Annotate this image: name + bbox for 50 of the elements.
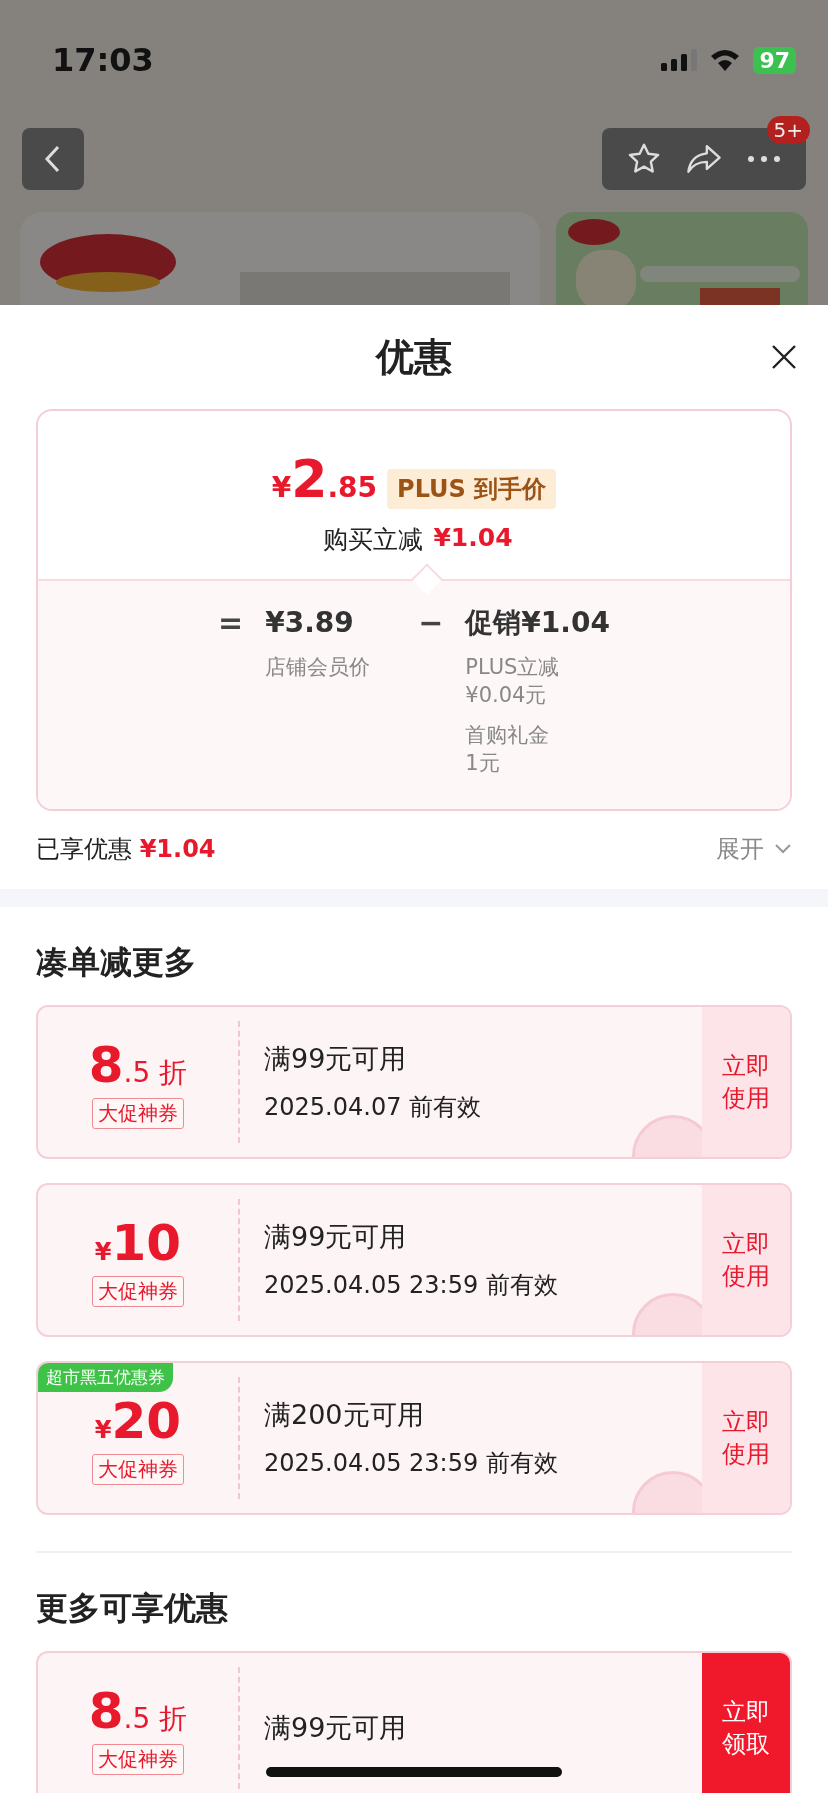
member-price: ¥3.89 bbox=[265, 605, 355, 641]
back-button[interactable] bbox=[22, 128, 84, 190]
promotion-amount: ¥0.04元 bbox=[465, 682, 548, 709]
coupon-tag: 大促神券 bbox=[92, 1743, 184, 1775]
coupon-value: ¥20 bbox=[94, 1391, 182, 1450]
promotion-total: 促销¥1.04 bbox=[465, 605, 610, 641]
coupon-action-button[interactable]: 立即领取 bbox=[702, 1653, 790, 1793]
coupon-value: 8.5 折 bbox=[88, 1681, 188, 1740]
close-icon bbox=[770, 343, 798, 371]
section-title: 凑单减更多 bbox=[36, 942, 197, 983]
minus-sign: − bbox=[418, 604, 444, 642]
section-title: 更多可享优惠 bbox=[36, 1588, 229, 1629]
share-icon bbox=[685, 142, 723, 176]
equals-sign: = bbox=[218, 604, 244, 642]
coupon-tag: 大促神券 bbox=[92, 1097, 184, 1129]
coupon-condition: 满200元可用 bbox=[264, 1398, 425, 1432]
sheet-title: 优惠 bbox=[376, 333, 452, 381]
status-time: 17:03 bbox=[52, 41, 154, 79]
battery-indicator: 97 bbox=[753, 46, 796, 74]
promotion-name: 首购礼金 bbox=[465, 722, 551, 749]
promotion-amount: 1元 bbox=[465, 750, 501, 777]
expand-button[interactable]: 展开 bbox=[716, 833, 792, 865]
coupon-ribbon: 超市黑五优惠券 bbox=[38, 1363, 173, 1392]
coupon-condition: 满99元可用 bbox=[264, 1711, 408, 1745]
chevron-down-icon bbox=[774, 843, 792, 855]
instant-discount-amount: ¥1.04 bbox=[433, 523, 513, 554]
coupon-action-button[interactable]: 立即使用 bbox=[702, 1363, 790, 1513]
plus-price-badge: PLUS 到手价 bbox=[387, 469, 557, 509]
notification-badge: 5+ bbox=[766, 116, 810, 144]
close-button[interactable] bbox=[770, 343, 798, 371]
savings-label: 已享优惠 bbox=[36, 835, 132, 863]
coupon-validity: 2025.04.07 前有效 bbox=[264, 1092, 483, 1123]
member-price-label: 店铺会员价 bbox=[265, 654, 371, 681]
coupon-validity: 2025.04.05 23:59 前有效 bbox=[264, 1448, 559, 1479]
coupon-condition: 满99元可用 bbox=[264, 1042, 408, 1076]
coupon-action-button[interactable]: 立即使用 bbox=[702, 1185, 790, 1335]
final-price: ¥2.85 bbox=[271, 449, 378, 509]
coupon-tag: 大促神券 bbox=[92, 1453, 184, 1485]
coupon-condition: 满99元可用 bbox=[264, 1220, 408, 1254]
more-icon bbox=[747, 155, 781, 163]
instant-discount-label: 购买立减 bbox=[323, 524, 424, 556]
coupon-action-button[interactable]: 立即使用 bbox=[702, 1007, 790, 1157]
wifi-icon bbox=[709, 48, 742, 72]
promotion-name: PLUS立减 bbox=[465, 654, 561, 681]
coupon-value: 8.5 折 bbox=[88, 1035, 188, 1094]
savings-amount: ¥1.04 bbox=[139, 835, 216, 863]
coupon-validity: 2025.04.05 23:59 前有效 bbox=[264, 1270, 559, 1301]
coupon-tag: 大促神券 bbox=[92, 1275, 184, 1307]
signal-icon bbox=[661, 49, 698, 71]
coupon-value: ¥10 bbox=[94, 1213, 182, 1272]
